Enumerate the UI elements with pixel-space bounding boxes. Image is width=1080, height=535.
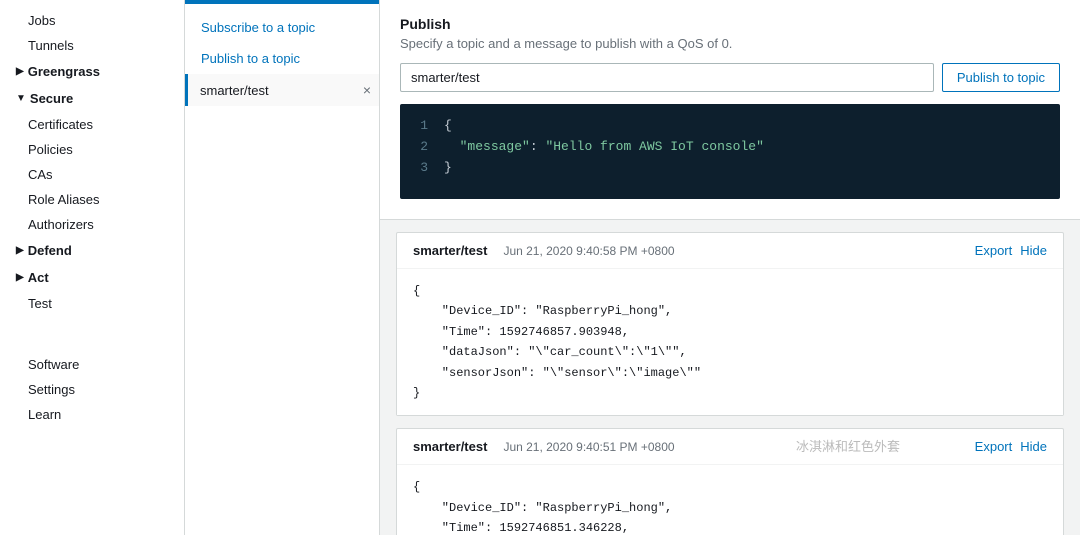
sidebar-item-cas[interactable]: CAs [0, 162, 184, 187]
sidebar-section-defend[interactable]: ▶ Defend [0, 237, 184, 264]
arrow-icon: ▶ [16, 66, 24, 77]
code-line-2: 2 "message": "Hello from AWS IoT console… [416, 137, 1044, 158]
middle-nav: Subscribe to a topic Publish to a topic … [185, 4, 379, 114]
middle-panel: Subscribe to a topic Publish to a topic … [185, 0, 380, 535]
message-actions-0: Export Hide [975, 243, 1047, 258]
arrow-down-icon: ▼ [16, 93, 26, 104]
sidebar-item-software[interactable]: Software [0, 352, 184, 377]
publish-nav-item[interactable]: Publish to a topic [185, 43, 379, 74]
message-timestamp-1: Jun 21, 2020 9:40:51 PM +0800 [503, 440, 958, 454]
sidebar-item-tunnels[interactable]: Tunnels [0, 33, 184, 58]
publish-panel: Publish Specify a topic and a message to… [380, 0, 1080, 220]
publish-description: Specify a topic and a message to publish… [400, 36, 1060, 51]
arrow-icon-defend: ▶ [16, 245, 24, 256]
sidebar-item-settings[interactable]: Settings [0, 377, 184, 402]
sidebar-section-act[interactable]: ▶ Act [0, 264, 184, 291]
topic-row: smarter/test × [185, 74, 379, 106]
sidebar-item-test[interactable]: Test [0, 291, 184, 316]
sidebar-section-greengrass[interactable]: ▶ Greengrass [0, 58, 184, 85]
code-line-3: 3 } [416, 158, 1044, 179]
message-timestamp-0: Jun 21, 2020 9:40:58 PM +0800 [503, 244, 958, 258]
topic-name-label[interactable]: smarter/test [192, 83, 269, 98]
main-content: Publish Specify a topic and a message to… [380, 0, 1080, 535]
code-editor[interactable]: 1 { 2 "message": "Hello from AWS IoT con… [400, 104, 1060, 199]
publish-title: Publish [400, 16, 1060, 32]
sidebar-item-authorizers[interactable]: Authorizers [0, 212, 184, 237]
sidebar-item-jobs[interactable]: Jobs [0, 8, 184, 33]
message-actions-1: Export Hide [975, 439, 1047, 454]
hide-button-1[interactable]: Hide [1020, 439, 1047, 454]
message-body-1: { "Device_ID": "RaspberryPi_hong", "Time… [397, 465, 1063, 535]
sidebar-section-secure[interactable]: ▼ Secure [0, 85, 184, 112]
message-topic-0: smarter/test [413, 243, 487, 258]
topic-input[interactable] [400, 63, 934, 92]
hide-button-0[interactable]: Hide [1020, 243, 1047, 258]
sidebar: Jobs Tunnels ▶ Greengrass ▼ Secure Certi… [0, 0, 185, 535]
sidebar-item-policies[interactable]: Policies [0, 137, 184, 162]
message-header-1: smarter/test Jun 21, 2020 9:40:51 PM +08… [397, 429, 1063, 465]
sidebar-item-role-aliases[interactable]: Role Aliases [0, 187, 184, 212]
subscribe-nav-item[interactable]: Subscribe to a topic [185, 12, 379, 43]
topic-close-button[interactable]: × [363, 82, 371, 98]
export-button-0[interactable]: Export [975, 243, 1013, 258]
message-card-0: smarter/test Jun 21, 2020 9:40:58 PM +08… [396, 232, 1064, 416]
message-header-0: smarter/test Jun 21, 2020 9:40:58 PM +08… [397, 233, 1063, 269]
sidebar-item-learn[interactable]: Learn [0, 402, 184, 427]
message-topic-1: smarter/test [413, 439, 487, 454]
code-line-1: 1 { [416, 116, 1044, 137]
message-body-0: { "Device_ID": "RaspberryPi_hong", "Time… [397, 269, 1063, 415]
sidebar-item-certificates[interactable]: Certificates [0, 112, 184, 137]
export-button-1[interactable]: Export [975, 439, 1013, 454]
arrow-icon-act: ▶ [16, 272, 24, 283]
publish-to-topic-button[interactable]: Publish to topic [942, 63, 1060, 92]
message-card-1: smarter/test Jun 21, 2020 9:40:51 PM +08… [396, 428, 1064, 535]
publish-input-row: Publish to topic [400, 63, 1060, 92]
